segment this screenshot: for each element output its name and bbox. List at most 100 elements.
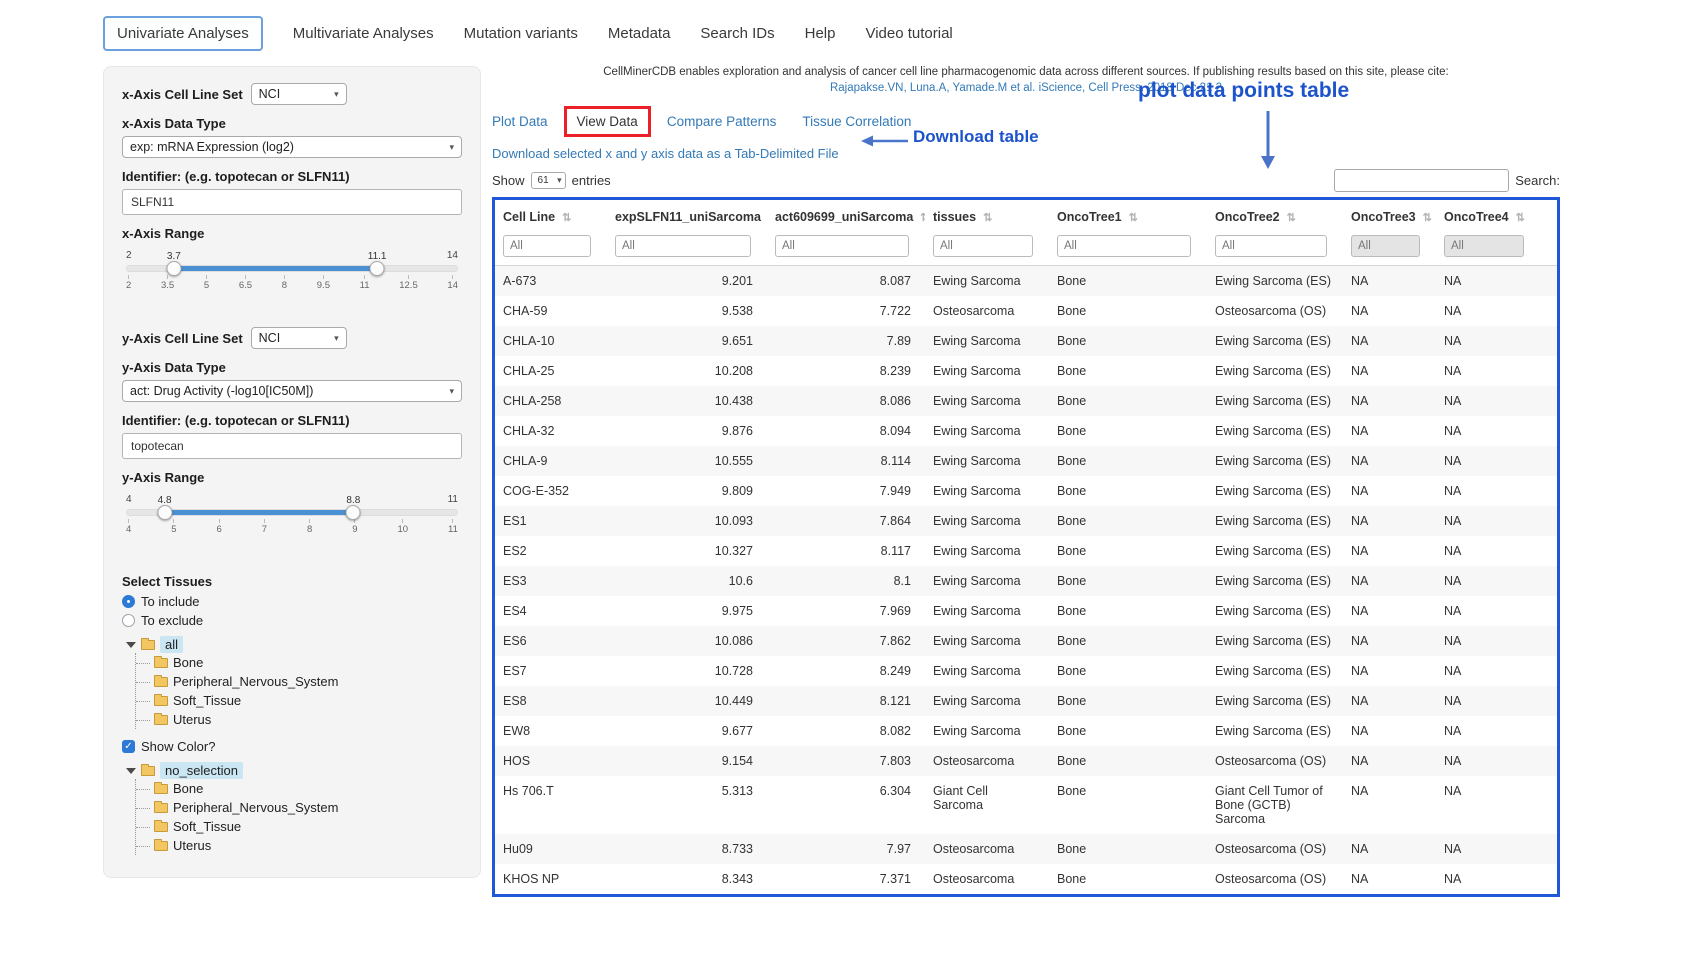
column-header-expslfn11-unisarcoma[interactable]: expSLFN11_uniSarcoma⇅ bbox=[607, 200, 767, 232]
slider-handle-low[interactable] bbox=[166, 261, 181, 276]
sort-icon[interactable]: ⇅ bbox=[920, 212, 925, 224]
tab-compare-patterns[interactable]: Compare Patterns bbox=[667, 114, 777, 129]
radio-to-exclude[interactable]: To exclude bbox=[122, 613, 462, 628]
tree-root-no-selection[interactable]: no_selection bbox=[126, 762, 462, 779]
table-row[interactable]: COG-E-3529.8097.949Ewing SarcomaBoneEwin… bbox=[495, 476, 1557, 506]
tree-caret-icon[interactable] bbox=[126, 642, 136, 648]
column-header-oncotree3[interactable]: OncoTree3⇅ bbox=[1343, 200, 1436, 232]
sort-icon[interactable]: ⇅ bbox=[1129, 212, 1138, 224]
x-range-slider[interactable]: 2 14 3.7 11.1 23.556.589.51112.514 bbox=[126, 265, 458, 291]
table-cell: NA bbox=[1343, 446, 1436, 476]
table-row[interactable]: CHA-599.5387.722OsteosarcomaBoneOsteosar… bbox=[495, 296, 1557, 326]
column-header-oncotree4[interactable]: OncoTree4⇅ bbox=[1436, 200, 1557, 232]
table-row[interactable]: ES210.3278.117Ewing SarcomaBoneEwing Sar… bbox=[495, 536, 1557, 566]
tree-root-label[interactable]: no_selection bbox=[160, 762, 243, 779]
filter-input-cell-line[interactable] bbox=[503, 235, 591, 257]
slider-handle-high[interactable] bbox=[370, 261, 385, 276]
filter-input-expslfn11-unisarcoma[interactable] bbox=[615, 235, 751, 257]
table-row[interactable]: ES49.9757.969Ewing SarcomaBoneEwing Sarc… bbox=[495, 596, 1557, 626]
table-row[interactable]: ES710.7288.249Ewing SarcomaBoneEwing Sar… bbox=[495, 656, 1557, 686]
tree-item-bone[interactable]: Bone bbox=[136, 653, 462, 672]
table-row[interactable]: ES610.0867.862Ewing SarcomaBoneEwing Sar… bbox=[495, 626, 1557, 656]
column-header-oncotree1[interactable]: OncoTree1⇅ bbox=[1049, 200, 1207, 232]
slider-tick: 14 bbox=[447, 275, 458, 291]
checkbox-checked-icon[interactable]: ✓ bbox=[122, 740, 135, 753]
column-header-oncotree2[interactable]: OncoTree2⇅ bbox=[1207, 200, 1343, 232]
table-row[interactable]: CHLA-329.8768.094Ewing SarcomaBoneEwing … bbox=[495, 416, 1557, 446]
data-table: Cell Line⇅expSLFN11_uniSarcoma⇅act609699… bbox=[495, 200, 1557, 894]
sort-icon[interactable]: ⇅ bbox=[562, 212, 571, 224]
table-cell: NA bbox=[1343, 506, 1436, 536]
table-row[interactable]: ES310.68.1Ewing SarcomaBoneEwing Sarcoma… bbox=[495, 566, 1557, 596]
table-row[interactable]: Hs 706.T5.3136.304Giant Cell SarcomaBone… bbox=[495, 776, 1557, 834]
filter-input-oncotree2[interactable] bbox=[1215, 235, 1327, 257]
nav-tab-metadata[interactable]: Metadata bbox=[608, 17, 671, 50]
filter-input-tissues[interactable] bbox=[933, 235, 1033, 257]
y-cell-line-set-select[interactable]: NCI ▾ bbox=[251, 327, 347, 349]
x-cell-line-set-select[interactable]: NCI ▾ bbox=[251, 83, 347, 105]
table-row[interactable]: EW89.6778.082Ewing SarcomaBoneEwing Sarc… bbox=[495, 716, 1557, 746]
filter-input-oncotree3[interactable] bbox=[1351, 235, 1420, 257]
tree-item-uterus[interactable]: Uterus bbox=[136, 836, 462, 855]
citation-line1: CellMinerCDB enables exploration and ana… bbox=[492, 64, 1560, 80]
tab-view-data[interactable]: View Data bbox=[564, 106, 651, 137]
table-cell: Bone bbox=[1049, 416, 1207, 446]
sort-icon[interactable]: ⇅ bbox=[983, 212, 992, 224]
filter-input-act609699-unisarcoma[interactable] bbox=[775, 235, 909, 257]
table-row[interactable]: CHLA-910.5558.114Ewing SarcomaBoneEwing … bbox=[495, 446, 1557, 476]
filter-input-oncotree1[interactable] bbox=[1057, 235, 1191, 257]
tab-plot-data[interactable]: Plot Data bbox=[492, 114, 548, 129]
tree-root-all[interactable]: all bbox=[126, 636, 462, 653]
filter-input-oncotree4[interactable] bbox=[1444, 235, 1524, 257]
y-identifier-input[interactable] bbox=[122, 433, 462, 459]
y-range-ticks: 4567891011 bbox=[126, 519, 458, 535]
table-row[interactable]: ES110.0937.864Ewing SarcomaBoneEwing Sar… bbox=[495, 506, 1557, 536]
sort-icon[interactable]: ⇅ bbox=[1516, 212, 1525, 224]
tree-item-peripheral-nervous-system[interactable]: Peripheral_Nervous_System bbox=[136, 798, 462, 817]
nav-tab-multivariate-analyses[interactable]: Multivariate Analyses bbox=[293, 17, 434, 50]
tree-item-soft-tissue[interactable]: Soft_Tissue bbox=[136, 691, 462, 710]
nav-tab-search-ids[interactable]: Search IDs bbox=[700, 17, 774, 50]
column-header-act609699-unisarcoma[interactable]: act609699_uniSarcoma⇅ bbox=[767, 200, 925, 232]
table-search-input[interactable] bbox=[1334, 169, 1509, 192]
nav-tab-help[interactable]: Help bbox=[805, 17, 836, 50]
tree-item-bone[interactable]: Bone bbox=[136, 779, 462, 798]
sort-icon[interactable]: ⇅ bbox=[1287, 212, 1296, 224]
x-identifier-input[interactable] bbox=[122, 189, 462, 215]
table-row[interactable]: CHLA-2510.2088.239Ewing SarcomaBoneEwing… bbox=[495, 356, 1557, 386]
table-row[interactable]: Hu098.7337.97OsteosarcomaBoneOsteosarcom… bbox=[495, 834, 1557, 864]
nav-tab-mutation-variants[interactable]: Mutation variants bbox=[464, 17, 578, 50]
table-row[interactable]: CHLA-109.6517.89Ewing SarcomaBoneEwing S… bbox=[495, 326, 1557, 356]
x-data-type-select[interactable]: exp: mRNA Expression (log2) ▾ bbox=[122, 136, 462, 158]
table-body: A-6739.2018.087Ewing SarcomaBoneEwing Sa… bbox=[495, 266, 1557, 895]
table-row[interactable]: HOS9.1547.803OsteosarcomaBoneOsteosarcom… bbox=[495, 746, 1557, 776]
tab-tissue-correlation[interactable]: Tissue Correlation bbox=[802, 114, 911, 129]
tree-item-peripheral-nervous-system[interactable]: Peripheral_Nervous_System bbox=[136, 672, 462, 691]
tree-caret-icon[interactable] bbox=[126, 768, 136, 774]
show-color-checkbox-row[interactable]: ✓ Show Color? bbox=[122, 739, 462, 754]
download-tab-delimited-link[interactable]: Download selected x and y axis data as a… bbox=[492, 146, 839, 161]
y-range-slider[interactable]: 4 11 4.8 8.8 4567891011 bbox=[126, 509, 458, 535]
entries-select[interactable]: 61 ▾ bbox=[531, 172, 566, 189]
tree-item-soft-tissue[interactable]: Soft_Tissue bbox=[136, 817, 462, 836]
slider-handle-low[interactable] bbox=[157, 505, 172, 520]
column-header-cell-line[interactable]: Cell Line⇅ bbox=[495, 200, 607, 232]
table-row[interactable]: ES810.4498.121Ewing SarcomaBoneEwing Sar… bbox=[495, 686, 1557, 716]
radio-to-include[interactable]: To include bbox=[122, 594, 462, 609]
slider-track[interactable]: 4.8 8.8 bbox=[126, 509, 458, 516]
table-cell: 8.249 bbox=[767, 656, 925, 686]
tree-item-uterus[interactable]: Uterus bbox=[136, 710, 462, 729]
table-row[interactable]: A-6739.2018.087Ewing SarcomaBoneEwing Sa… bbox=[495, 266, 1557, 297]
table-row[interactable]: CHLA-25810.4388.086Ewing SarcomaBoneEwin… bbox=[495, 386, 1557, 416]
tree-root-label[interactable]: all bbox=[160, 636, 183, 653]
column-header-tissues[interactable]: tissues⇅ bbox=[925, 200, 1049, 232]
sort-icon[interactable]: ⇅ bbox=[1423, 212, 1432, 224]
citation-reference-link[interactable]: Rajapakse.VN, Luna.A, Yamade.M et al. iS… bbox=[492, 80, 1560, 96]
nav-tab-video-tutorial[interactable]: Video tutorial bbox=[865, 17, 952, 50]
table-row[interactable]: KHOS NP8.3437.371OsteosarcomaBoneOsteosa… bbox=[495, 864, 1557, 894]
slider-track[interactable]: 3.7 11.1 bbox=[126, 265, 458, 272]
y-data-type-select[interactable]: act: Drug Activity (-log10[IC50M]) ▾ bbox=[122, 380, 462, 402]
slider-handle-high[interactable] bbox=[346, 505, 361, 520]
nav-tab-univariate-analyses[interactable]: Univariate Analyses bbox=[103, 16, 263, 51]
table-cell: Ewing Sarcoma bbox=[925, 386, 1049, 416]
